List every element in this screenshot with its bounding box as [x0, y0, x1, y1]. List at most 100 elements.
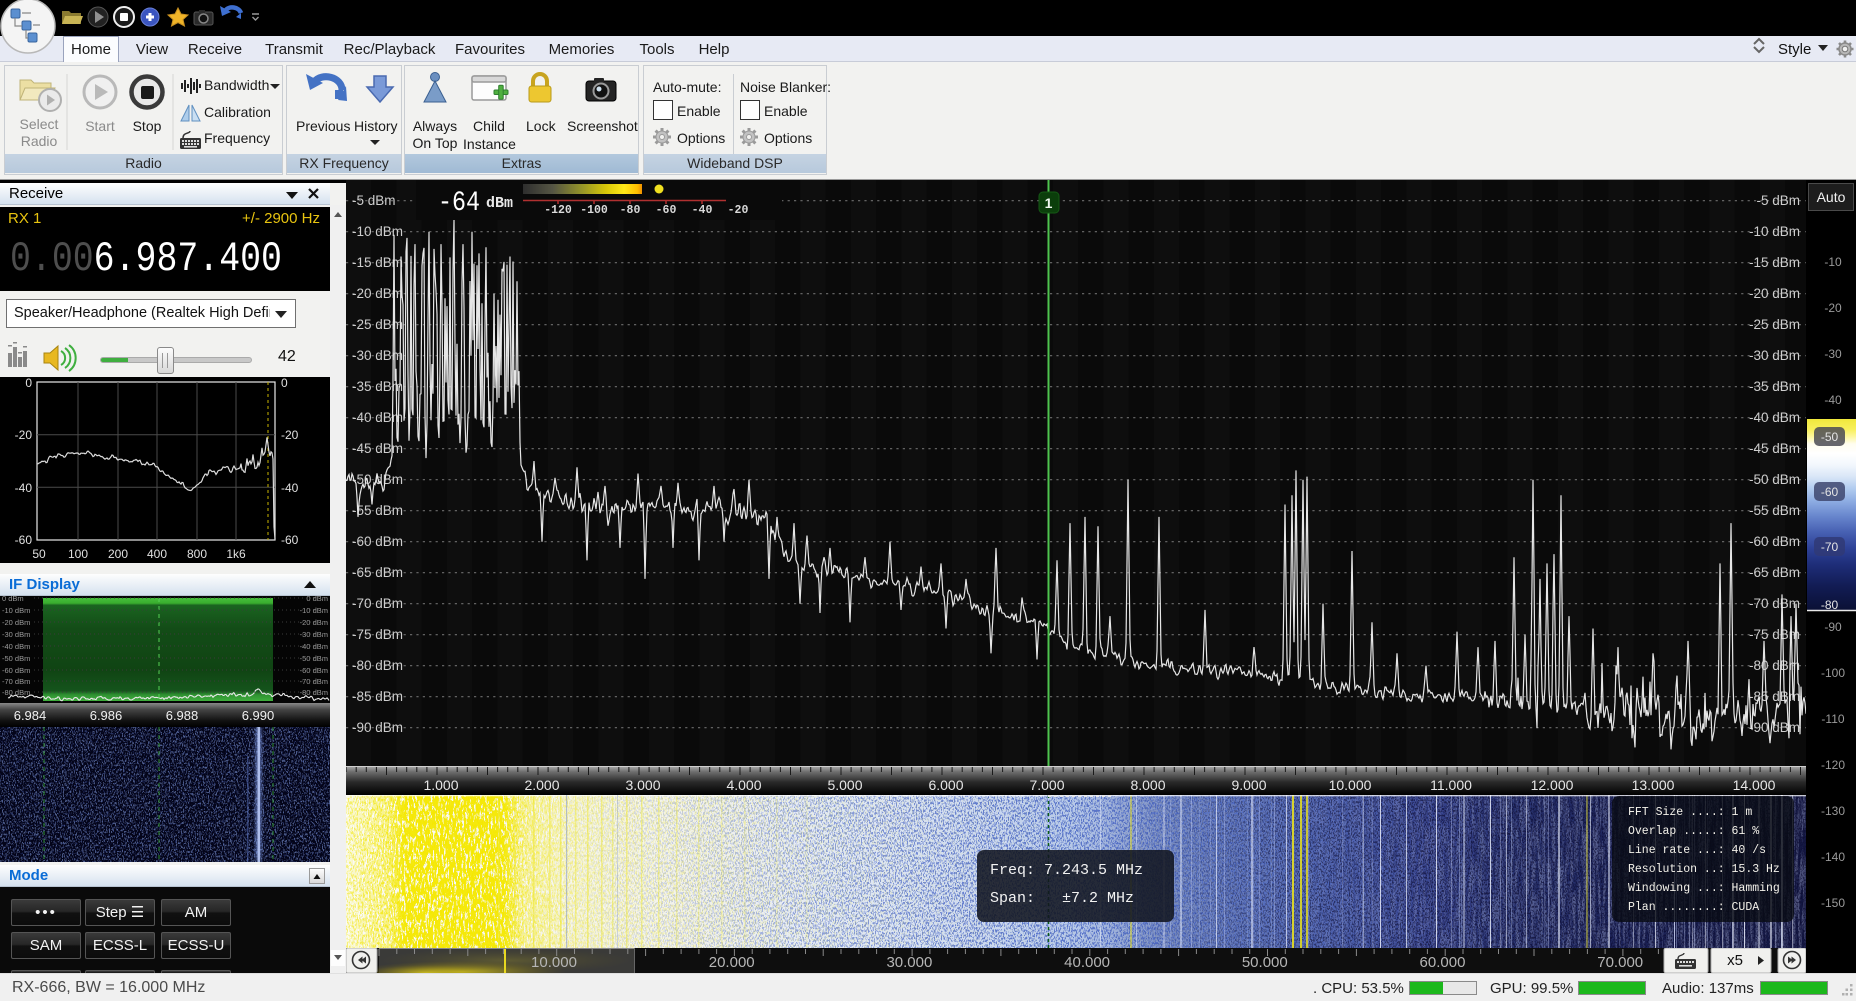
- svg-text:5.000: 5.000: [827, 777, 862, 793]
- svg-text:14.000: 14.000: [1733, 777, 1776, 793]
- svg-text:-50 dBm: -50 dBm: [1749, 472, 1800, 487]
- svg-text:-70 dBm: -70 dBm: [1749, 596, 1800, 611]
- svg-text:-5 dBm: -5 dBm: [1756, 193, 1800, 208]
- svg-text:100: 100: [68, 547, 88, 561]
- svg-text:-60: -60: [281, 533, 299, 547]
- svg-text:1k6: 1k6: [226, 547, 246, 561]
- svg-text:-64: -64: [438, 188, 480, 219]
- svg-text:2.000: 2.000: [524, 777, 559, 793]
- svg-text:-35 dBm: -35 dBm: [1749, 379, 1800, 394]
- svg-text:-40 dBm: -40 dBm: [2, 642, 30, 651]
- svg-text:-80: -80: [620, 204, 641, 217]
- svg-text:-60 dBm: -60 dBm: [300, 666, 328, 675]
- svg-text:-150: -150: [1821, 896, 1845, 910]
- svg-text:-45 dBm: -45 dBm: [352, 441, 403, 456]
- svg-text:-30 dBm: -30 dBm: [2, 630, 30, 639]
- svg-text:-75 dBm: -75 dBm: [1749, 627, 1800, 642]
- svg-text:-25 dBm: -25 dBm: [352, 317, 403, 332]
- svg-text:-10 dBm: -10 dBm: [1749, 224, 1800, 239]
- svg-text:-90 dBm: -90 dBm: [352, 720, 403, 735]
- svg-text:-10: -10: [1824, 255, 1842, 269]
- svg-text:20.000: 20.000: [709, 954, 755, 971]
- svg-text:0: 0: [25, 377, 32, 390]
- svg-text:6.984: 6.984: [14, 708, 47, 723]
- svg-text:3.000: 3.000: [625, 777, 660, 793]
- svg-text:12.000: 12.000: [1531, 777, 1574, 793]
- svg-text:-5 dBm: -5 dBm: [352, 193, 396, 208]
- svg-text:-40: -40: [692, 204, 713, 217]
- svg-text:10.000: 10.000: [1329, 777, 1372, 793]
- svg-text:dBm: dBm: [486, 195, 513, 212]
- svg-text:-10 dBm: -10 dBm: [2, 606, 30, 615]
- svg-text:-40 dBm: -40 dBm: [1749, 410, 1800, 425]
- svg-text:-65 dBm: -65 dBm: [352, 565, 403, 580]
- svg-text:6.990: 6.990: [242, 708, 275, 723]
- svg-text:-90: -90: [1824, 620, 1842, 634]
- svg-text:-80 dBm: -80 dBm: [2, 688, 30, 697]
- svg-text:-60: -60: [656, 204, 677, 217]
- svg-text:0 dBm: 0 dBm: [306, 596, 328, 603]
- svg-text:-20: -20: [15, 428, 33, 442]
- svg-text:-40: -40: [281, 481, 299, 495]
- svg-text:-10 dBm: -10 dBm: [300, 606, 328, 615]
- svg-text:6.988: 6.988: [166, 708, 199, 723]
- svg-text:1: 1: [1045, 195, 1053, 211]
- svg-text:-100: -100: [1821, 666, 1845, 680]
- svg-text:-40 dBm: -40 dBm: [300, 642, 328, 651]
- svg-text:6.986: 6.986: [90, 708, 123, 723]
- svg-text:-80 dBm: -80 dBm: [300, 688, 328, 697]
- svg-text:11.000: 11.000: [1430, 777, 1472, 793]
- svg-text:60.000: 60.000: [1420, 954, 1466, 971]
- svg-text:-20: -20: [728, 204, 749, 217]
- svg-text:8.000: 8.000: [1130, 777, 1165, 793]
- svg-text:9.000: 9.000: [1231, 777, 1266, 793]
- svg-text:-120: -120: [544, 204, 572, 217]
- svg-text:-35 dBm: -35 dBm: [352, 379, 403, 394]
- svg-text:1.000: 1.000: [423, 777, 458, 793]
- svg-text:40.000: 40.000: [1064, 954, 1110, 971]
- svg-text:-20 dBm: -20 dBm: [1749, 286, 1800, 301]
- svg-text:-30 dBm: -30 dBm: [1749, 348, 1800, 363]
- svg-text:-50 dBm: -50 dBm: [2, 654, 30, 663]
- svg-text:-65 dBm: -65 dBm: [1749, 565, 1800, 580]
- svg-text:30.000: 30.000: [886, 954, 932, 971]
- svg-text:-50 dBm: -50 dBm: [300, 654, 328, 663]
- svg-text:-70 dBm: -70 dBm: [300, 677, 328, 686]
- svg-text:-100: -100: [580, 204, 608, 217]
- svg-text:-30: -30: [1824, 347, 1842, 361]
- svg-text:-130: -130: [1821, 804, 1845, 818]
- svg-text:-75 dBm: -75 dBm: [352, 627, 403, 642]
- svg-text:-50: -50: [1821, 430, 1839, 444]
- svg-text:-60: -60: [15, 533, 33, 547]
- svg-text:6.000: 6.000: [928, 777, 963, 793]
- svg-text:-60 dBm: -60 dBm: [352, 534, 403, 549]
- svg-text:70.000: 70.000: [1597, 954, 1643, 971]
- svg-text:-60 dBm: -60 dBm: [1749, 534, 1800, 549]
- svg-text:10.000: 10.000: [531, 954, 577, 971]
- svg-text:7.000: 7.000: [1029, 777, 1064, 793]
- svg-text:-70: -70: [1821, 540, 1839, 554]
- svg-text:-110: -110: [1821, 712, 1844, 726]
- svg-text:0 dBm: 0 dBm: [2, 596, 24, 603]
- svg-text:-55 dBm: -55 dBm: [1749, 503, 1800, 518]
- svg-text:-70 dBm: -70 dBm: [352, 596, 403, 611]
- svg-text:-40: -40: [1824, 393, 1842, 407]
- svg-text:-40: -40: [15, 481, 33, 495]
- svg-text:-25 dBm: -25 dBm: [1749, 317, 1800, 332]
- svg-text:-45 dBm: -45 dBm: [1749, 441, 1800, 456]
- svg-text:13.000: 13.000: [1632, 777, 1675, 793]
- svg-text:-15 dBm: -15 dBm: [352, 255, 403, 270]
- svg-text:-15 dBm: -15 dBm: [1749, 255, 1800, 270]
- svg-text:-20 dBm: -20 dBm: [2, 618, 30, 627]
- svg-text:-80 dBm: -80 dBm: [352, 658, 403, 673]
- svg-text:-120: -120: [1821, 758, 1845, 772]
- svg-text:-40 dBm: -40 dBm: [352, 410, 403, 425]
- svg-text:50: 50: [32, 547, 46, 561]
- svg-text:4.000: 4.000: [726, 777, 761, 793]
- svg-text:Style: Style: [1778, 41, 1811, 58]
- svg-text:800: 800: [187, 547, 207, 561]
- svg-text:-30 dBm: -30 dBm: [300, 630, 328, 639]
- svg-text:200: 200: [108, 547, 128, 561]
- svg-text:-85 dBm: -85 dBm: [352, 689, 403, 704]
- svg-text:-80: -80: [1821, 598, 1839, 612]
